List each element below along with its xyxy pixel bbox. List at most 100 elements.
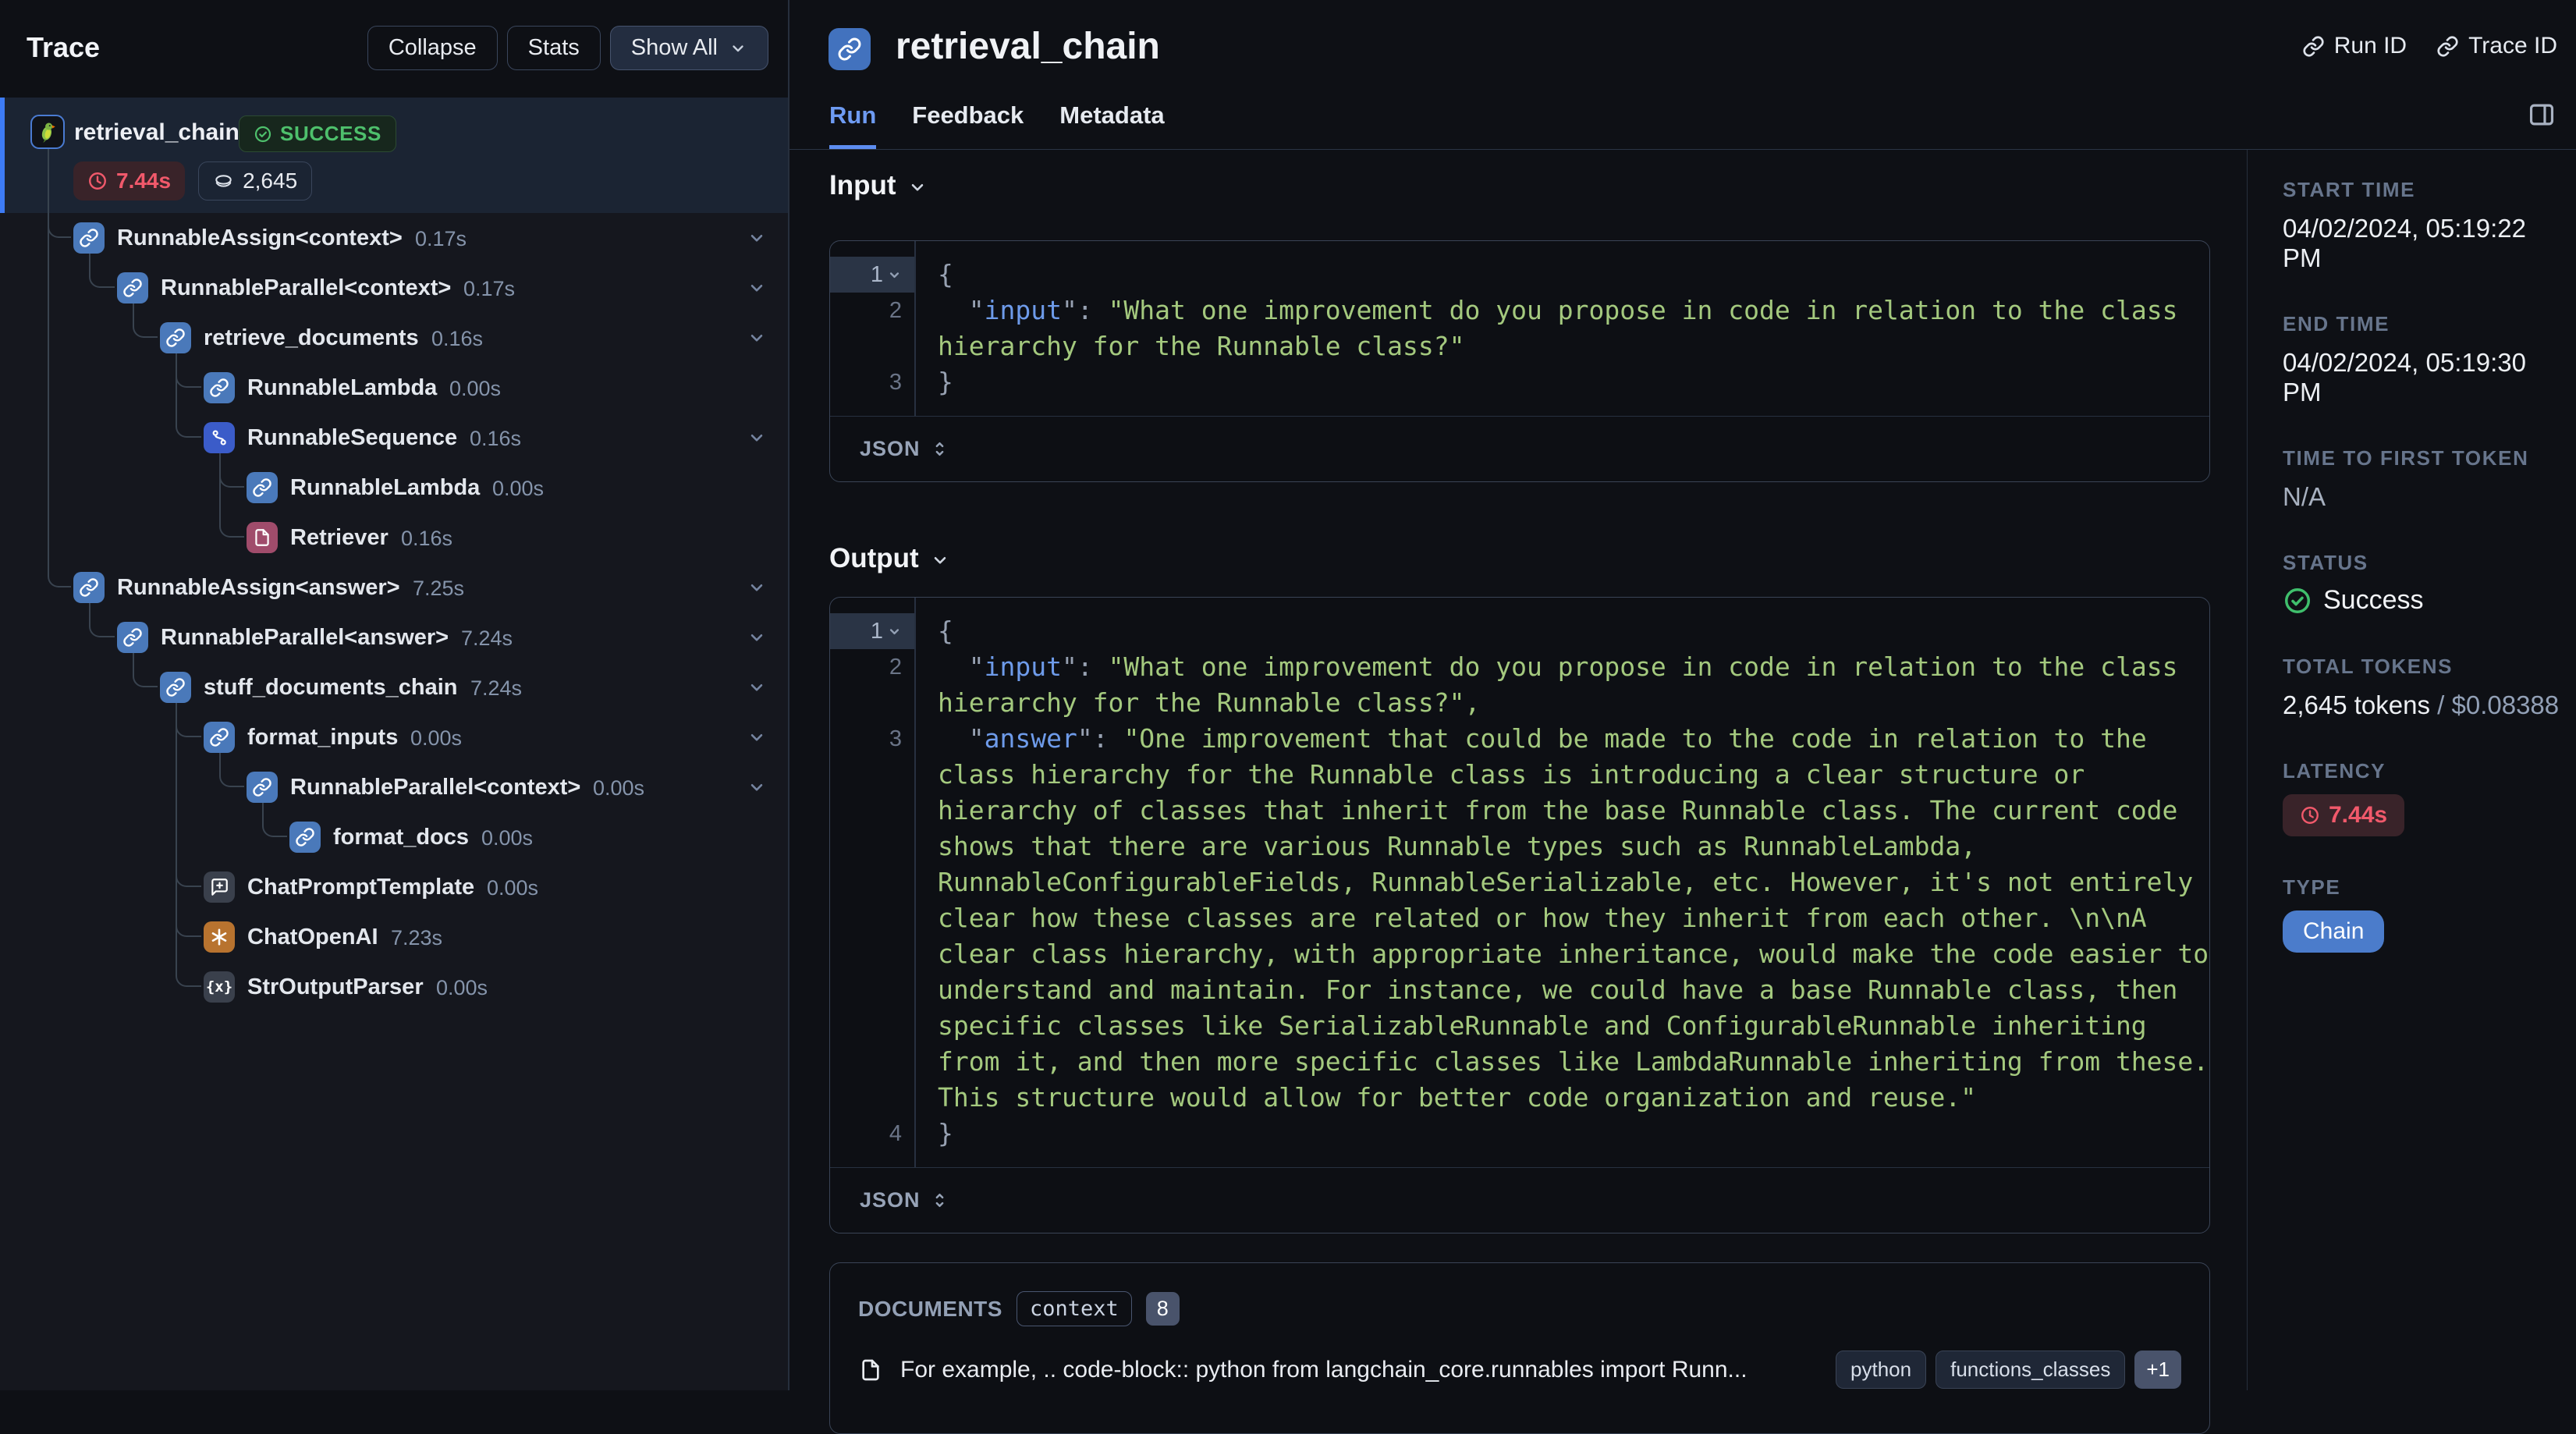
chevron-down-icon[interactable] (747, 727, 767, 747)
line-number (830, 829, 914, 864)
tree-row[interactable]: RunnableAssign<context> 0.17s (0, 213, 788, 263)
tree-row[interactable]: Retriever 0.16s (0, 513, 788, 563)
document-more-tags-badge: +1 (2134, 1351, 2181, 1389)
trace-tree: retrieval_chain SUCCESS 7.44s 2,645 Runn… (0, 98, 788, 1390)
code-text: { "input": "What one improvement do you … (914, 613, 2209, 1152)
tree-row[interactable]: format_docs 0.00s (0, 812, 788, 862)
code-line: } (938, 367, 953, 397)
meta-label: TYPE (2283, 875, 2341, 899)
documents-title: DOCUMENTS (858, 1296, 1002, 1321)
link-icon (289, 822, 321, 853)
openai-icon (204, 921, 235, 953)
tree-row[interactable]: RunnableLambda 0.00s (0, 463, 788, 513)
type-badge: Chain (2283, 910, 2385, 953)
tree-row-label: stuff_documents_chain (204, 675, 458, 700)
toggle-side-panel-icon[interactable] (2527, 100, 2556, 130)
line-number[interactable]: 1 (830, 257, 914, 293)
code-line: } (938, 1118, 953, 1148)
tree-row[interactable]: RunnableParallel<context> 0.00s (0, 762, 788, 812)
document-list-item[interactable]: For example, .. code-block:: python from… (858, 1351, 2181, 1389)
chevron-down-icon[interactable] (747, 627, 767, 648)
meta-total-tokens: TOTAL TOKENS 2,645 tokens / $0.08388 (2283, 655, 2560, 720)
tree-row[interactable]: ChatOpenAI 7.23s (0, 912, 788, 962)
tree-row[interactable]: {x} StrOutputParser 0.00s (0, 962, 788, 1012)
line-number: 4 (889, 1120, 902, 1146)
tree-row-label: RunnableParallel<context> (290, 775, 581, 800)
line-number[interactable]: 1 (830, 613, 914, 649)
input-format-selector[interactable]: JSON (830, 416, 2209, 481)
tree-row[interactable]: ChatPromptTemplate 0.00s (0, 862, 788, 912)
chevron-down-icon[interactable] (747, 278, 767, 298)
tab-feedback[interactable]: Feedback (912, 101, 1024, 149)
code-line: "answer": "One improvement that could be… (938, 723, 2147, 754)
line-number (830, 936, 914, 972)
output-section-header[interactable]: Output (829, 543, 950, 574)
document-snippet: For example, .. code-block:: python from… (900, 1356, 1747, 1383)
chevron-down-icon[interactable] (747, 677, 767, 697)
tree-row-duration: 7.24s (461, 626, 513, 650)
link-icon (160, 672, 191, 703)
tree-row-duration: 0.16s (431, 327, 484, 350)
link-icon (204, 372, 235, 403)
page-title: retrieval_chain (896, 26, 1160, 67)
document-tags: python functions_classes +1 (1836, 1351, 2181, 1389)
chevron-down-icon[interactable] (747, 328, 767, 348)
chevron-down-icon (930, 550, 950, 570)
run-header: retrieval_chain Run Feedback Metadata Ru… (788, 0, 2576, 150)
tree-row[interactable]: RunnableAssign<answer> 7.25s (0, 563, 788, 612)
line-number (830, 793, 914, 829)
code-line: hierarchy of classes that inherit from t… (938, 795, 2178, 825)
chevron-down-icon[interactable] (747, 777, 767, 797)
selected-row-accent (0, 98, 5, 213)
tree-row[interactable]: RunnableLambda 0.00s (0, 363, 788, 413)
tree-row[interactable]: stuff_documents_chain 7.24s (0, 662, 788, 712)
link-icon (204, 722, 235, 753)
root-latency-badge: 7.44s (73, 162, 186, 201)
meta-label: END TIME (2283, 312, 2390, 335)
chevron-down-icon[interactable] (747, 577, 767, 598)
root-tokens-value: 2,645 (243, 169, 298, 193)
tree-row[interactable]: RunnableParallel<context> 0.17s (0, 263, 788, 313)
tree-row[interactable]: retrieve_documents 0.16s (0, 313, 788, 363)
line-number-gutter: 1 2 3 (830, 257, 914, 400)
output-format-selector[interactable]: JSON (830, 1167, 2209, 1233)
code-line: { (938, 616, 953, 646)
tree-row-label: ChatOpenAI (247, 925, 378, 949)
tree-row[interactable]: RunnableParallel<answer> 7.24s (0, 612, 788, 662)
tree-row[interactable]: RunnableSequence 0.16s (0, 413, 788, 463)
code-line: clear how these classes are related or h… (938, 903, 2147, 933)
clock-icon (2301, 807, 2319, 824)
link-icon (247, 772, 278, 803)
input-section-header[interactable]: Input (829, 170, 928, 201)
code-line: "input": "What one improvement do you pr… (938, 651, 2178, 682)
trace-panel-header: Trace Collapse Stats Show All (0, 0, 788, 98)
code-line: class hierarchy for the Runnable class i… (938, 759, 2085, 790)
line-number (830, 757, 914, 793)
meta-label: TIME TO FIRST TOKEN (2283, 446, 2529, 470)
chevron-down-icon[interactable] (747, 228, 767, 248)
tree-row[interactable]: format_inputs 0.00s (0, 712, 788, 762)
trace-root-row[interactable]: retrieval_chain SUCCESS 7.44s 2,645 (0, 98, 788, 213)
trace-id-button[interactable]: Trace ID (2436, 33, 2557, 59)
tree-row-label: RunnableAssign<context> (117, 225, 403, 250)
tree-row-label: RunnableAssign<answer> (117, 575, 400, 600)
tab-run[interactable]: Run (829, 101, 877, 149)
tree-row-label: RunnableParallel<answer> (161, 625, 449, 650)
run-id-button[interactable]: Run ID (2302, 33, 2407, 59)
success-status-label: SUCCESS (280, 122, 381, 145)
line-number (830, 1044, 914, 1080)
tokens-value: 2,645 tokens (2283, 690, 2430, 719)
documents-header: DOCUMENTS context 8 (858, 1291, 1180, 1326)
chevron-down-icon[interactable] (747, 428, 767, 448)
stats-button[interactable]: Stats (506, 26, 601, 70)
document-icon (862, 1359, 879, 1380)
output-heading: Output (829, 543, 919, 573)
prompt-icon (204, 871, 235, 903)
collapse-button[interactable]: Collapse (367, 26, 498, 70)
tree-row-label: RunnableSequence (247, 425, 458, 450)
tree-row-label: RunnableLambda (290, 475, 481, 500)
tab-metadata[interactable]: Metadata (1059, 101, 1164, 149)
retriever-icon (247, 522, 278, 553)
tree-row-duration: 0.00s (410, 726, 463, 750)
show-all-dropdown[interactable]: Show All (609, 26, 768, 70)
